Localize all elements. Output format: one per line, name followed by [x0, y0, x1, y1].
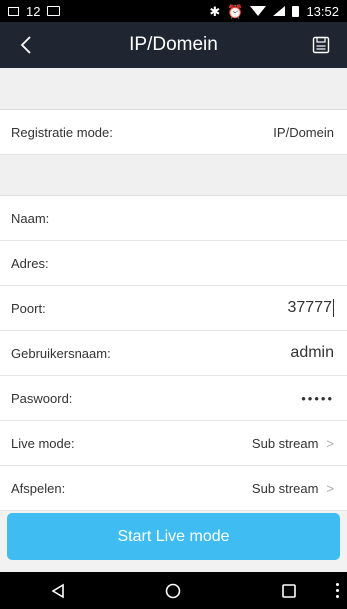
image-icon — [47, 6, 61, 16]
save-button[interactable] — [307, 22, 335, 68]
registration-mode-row[interactable]: Registratie mode: IP/Domein — [0, 110, 347, 155]
status-right: ✱ ⏰ 13:52 — [209, 4, 339, 19]
wifi-icon — [250, 6, 267, 16]
afspelen-select[interactable]: Sub stream > — [252, 481, 334, 496]
adres-row[interactable]: Adres: — [0, 241, 347, 286]
back-button[interactable] — [12, 22, 40, 68]
menu-dot — [336, 589, 339, 592]
text-cursor — [333, 299, 334, 317]
adres-label: Adres: — [11, 255, 49, 271]
nav-home-button[interactable] — [153, 572, 193, 609]
screen-icon — [8, 6, 19, 16]
menu-dot — [336, 595, 339, 598]
start-live-mode-button[interactable]: Start Live mode — [7, 513, 340, 560]
live-mode-select[interactable]: Sub stream > — [252, 436, 334, 451]
section-spacer — [0, 68, 347, 110]
back-triangle-icon — [51, 583, 64, 598]
gebruikersnaam-row[interactable]: Gebruikersnaam: admin — [0, 331, 347, 376]
chevron-right-icon: > — [326, 480, 334, 496]
status-time: 13:52 — [306, 3, 339, 19]
naam-label: Naam: — [11, 210, 50, 226]
poort-label: Poort: — [11, 300, 46, 316]
gebruikersnaam-label: Gebruikersnaam: — [11, 345, 111, 361]
gebruikersnaam-input[interactable]: admin — [290, 344, 334, 362]
nav-back-button[interactable] — [38, 572, 78, 609]
live-mode-value: Sub stream — [251, 435, 319, 451]
save-icon — [312, 36, 330, 54]
paswoord-label: Paswoord: — [11, 390, 73, 406]
afspelen-row[interactable]: Afspelen: Sub stream > — [0, 466, 347, 511]
overflow-menu-icon[interactable] — [336, 572, 339, 609]
page-title: IP/Domein — [129, 34, 218, 55]
menu-dot — [336, 583, 339, 586]
afspelen-label: Afspelen: — [11, 480, 66, 496]
nav-recents-button[interactable] — [269, 572, 309, 609]
android-nav-bar — [0, 572, 347, 609]
paswoord-input[interactable]: ••••• — [301, 391, 334, 406]
recents-square-icon — [282, 583, 296, 598]
home-circle-icon — [166, 583, 181, 598]
registration-mode-label: Registratie mode: — [11, 124, 113, 140]
live-mode-row[interactable]: Live mode: Sub stream > — [0, 421, 347, 466]
signal-icon — [273, 6, 286, 16]
live-mode-label: Live mode: — [11, 435, 75, 451]
status-left: 12 — [8, 3, 61, 19]
registration-mode-value: IP/Domein — [273, 124, 334, 140]
poort-input[interactable]: 37777 — [287, 299, 334, 317]
naam-row[interactable]: Naam: — [0, 196, 347, 241]
poort-value: 37777 — [287, 299, 333, 316]
button-container: Start Live mode — [0, 513, 347, 560]
paswoord-row[interactable]: Paswoord: ••••• — [0, 376, 347, 421]
alarm-icon: ⏰ — [227, 3, 244, 19]
chevron-right-icon: > — [326, 435, 334, 451]
status-left-text: 12 — [26, 3, 41, 19]
bluetooth-icon: ✱ — [209, 3, 221, 19]
section-spacer — [0, 155, 347, 196]
chevron-left-icon — [20, 36, 31, 54]
status-bar: 12 ✱ ⏰ 13:52 — [0, 0, 347, 22]
battery-icon — [292, 5, 300, 17]
title-bar: IP/Domein — [0, 22, 347, 68]
poort-row[interactable]: Poort: 37777 — [0, 286, 347, 331]
afspelen-value: Sub stream — [251, 480, 319, 496]
